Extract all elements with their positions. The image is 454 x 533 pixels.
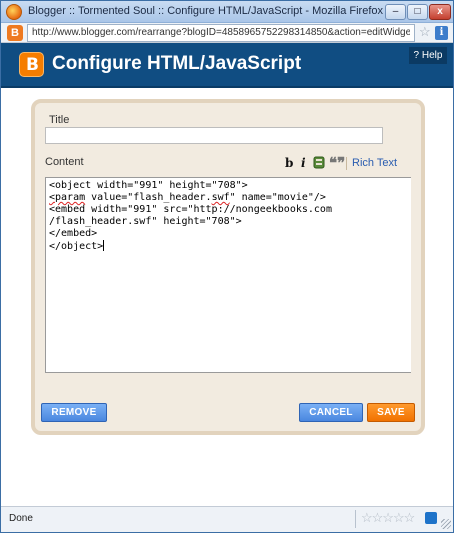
status-bar: Done ☆☆☆☆☆	[1, 506, 453, 532]
blogger-favicon-icon: B	[7, 25, 23, 41]
rating-stars-icon[interactable]: ☆☆☆☆☆	[361, 510, 415, 526]
maximize-button[interactable]: □	[407, 4, 428, 20]
address-bar: B http://www.blogger.com/rearrange?blogI…	[1, 23, 453, 43]
addon-icon[interactable]	[425, 512, 437, 524]
configure-panel: Title Content b i ❝❞ Rich Text <object w…	[31, 99, 425, 435]
status-divider	[355, 510, 356, 528]
site-info-icon[interactable]: i	[435, 26, 448, 40]
italic-button[interactable]: i	[301, 156, 306, 170]
cancel-button[interactable]: CANCEL	[299, 403, 363, 422]
blogger-logo-icon: B	[19, 52, 44, 77]
firefox-icon	[6, 4, 22, 20]
code-line-segment: <param	[49, 192, 86, 203]
code-lines: <object width="991" height="708"> <param…	[49, 180, 332, 253]
quote-button[interactable]: ❝❞	[329, 154, 345, 172]
title-input[interactable]	[45, 127, 383, 144]
blogger-header: B Configure HTML/JavaScript ? Help	[1, 43, 453, 88]
code-line: <embed width="991" src="http://nongeekbo…	[49, 204, 332, 215]
url-field[interactable]: http://www.blogger.com/rearrange?blogID=…	[27, 24, 415, 42]
content-label: Content	[45, 156, 84, 168]
code-line: <param value="flash_header.swf" name="mo…	[49, 192, 326, 203]
rich-text-link[interactable]: Rich Text	[352, 157, 397, 169]
browser-window: Blogger :: Tormented Soul :: Configure H…	[0, 0, 454, 533]
remove-button[interactable]: REMOVE	[41, 403, 107, 422]
close-button[interactable]: x	[429, 4, 451, 20]
title-label: Title	[49, 114, 70, 126]
minimize-button[interactable]: –	[385, 4, 406, 20]
code-line-text: </object>	[49, 241, 104, 252]
text-caret	[103, 240, 105, 251]
resize-grip-icon[interactable]	[441, 519, 451, 529]
url-text: http://www.blogger.com/rearrange?blogID=…	[32, 27, 410, 38]
code-line: </object>	[49, 240, 105, 252]
bookmark-star-icon[interactable]: ☆	[419, 25, 431, 39]
code-line-segment: swf	[211, 192, 230, 203]
code-line: </embed>	[49, 228, 98, 239]
status-text: Done	[9, 513, 33, 524]
help-link[interactable]: ? Help	[409, 47, 447, 64]
toolbar-divider	[346, 157, 347, 170]
window-title: Blogger :: Tormented Soul :: Configure H…	[28, 5, 383, 17]
content-textarea[interactable]: <object width="991" height="708"> <param…	[45, 177, 411, 373]
code-line: /flash_header.swf" height="708">	[49, 216, 242, 227]
bold-button[interactable]: b	[285, 156, 293, 170]
blogger-logo-letter: B	[26, 55, 39, 75]
code-line: <object width="991" height="708">	[49, 180, 248, 191]
page-title: Configure HTML/JavaScript	[52, 53, 302, 74]
title-bar[interactable]: Blogger :: Tormented Soul :: Configure H…	[1, 1, 453, 23]
link-icon[interactable]	[313, 156, 325, 169]
save-button[interactable]: SAVE	[367, 403, 415, 422]
